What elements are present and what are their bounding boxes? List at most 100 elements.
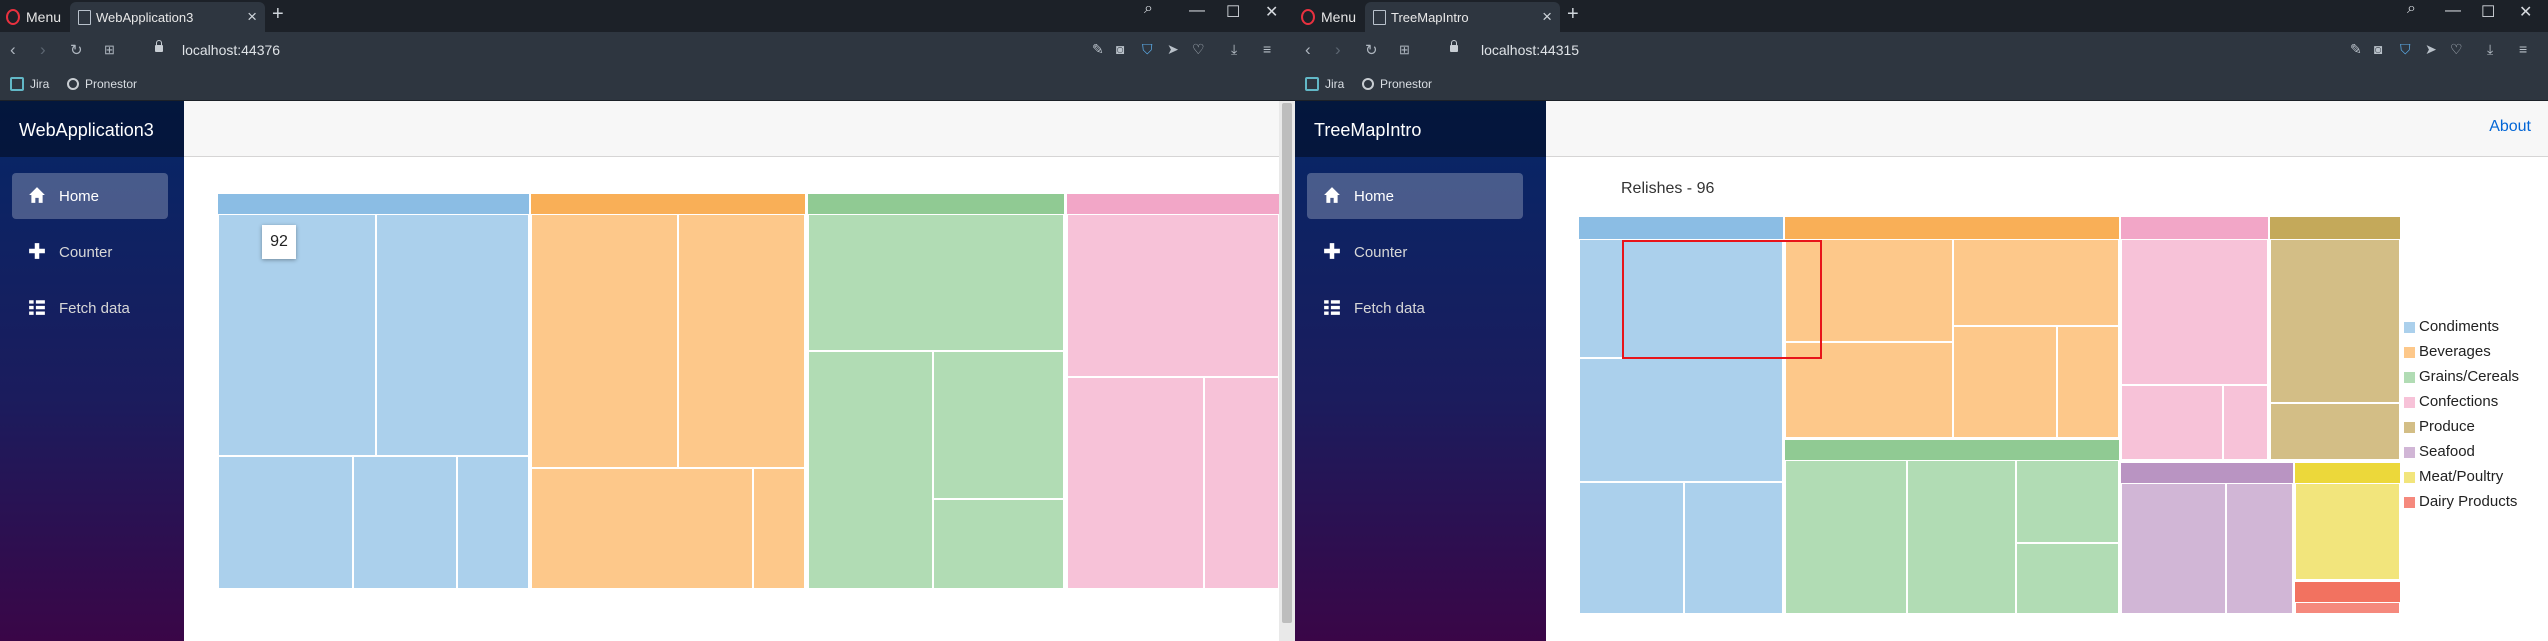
treemap-cell[interactable] [2016,460,2119,543]
reload-icon[interactable]: ↻ [1365,41,1378,59]
bookmark-pronestor[interactable]: Pronestor [67,77,137,91]
treemap-cell[interactable] [808,351,933,589]
reload-icon[interactable]: ↻ [70,41,83,59]
treemap-cell[interactable] [2121,385,2223,460]
treemap-cell[interactable] [1067,214,1279,377]
opera-menu-button[interactable]: Menu [1295,0,1363,32]
treemap-cell[interactable] [678,214,805,468]
close-window-icon[interactable]: ✕ [1265,2,1278,22]
minimize-icon[interactable]: — [1189,2,1205,20]
treemap-cell[interactable] [808,214,1064,351]
treemap-group-header[interactable] [1579,217,1783,239]
treemap-group-header[interactable] [2295,582,2400,602]
speed-dial-icon[interactable]: ⊞ [104,42,115,58]
scrollbar-thumb[interactable] [1282,103,1292,623]
treemap-group-header[interactable] [2295,463,2400,483]
new-tab-icon[interactable]: + [1567,3,1579,26]
close-window-icon[interactable]: ✕ [2519,2,2532,22]
treemap-cell[interactable] [531,468,753,589]
treemap-group-header[interactable] [531,194,805,214]
about-link[interactable]: About [2489,118,2531,136]
treemap-cell[interactable] [2270,239,2400,403]
forward-icon[interactable]: › [40,40,46,60]
search-icon[interactable]: ⌕ [1144,0,1153,18]
bookmark-jira[interactable]: Jira [1305,77,1344,91]
send-icon[interactable]: ➤ [2425,41,2437,58]
treemap-group-header[interactable] [2270,217,2400,239]
treemap-cell[interactable] [1785,460,1907,614]
browser-tab[interactable]: TreeMapIntro × [1365,2,1560,32]
treemap-group-header[interactable] [218,194,529,214]
treemap-cell[interactable] [2057,326,2119,438]
url-field[interactable]: localhost:44376 [182,42,280,58]
treemap-cell[interactable] [1684,482,1783,614]
back-icon[interactable]: ‹ [10,40,16,60]
heart-icon[interactable]: ♡ [2450,41,2463,58]
treemap-cell[interactable] [457,456,529,589]
treemap-cell[interactable] [1579,358,1783,482]
forward-icon[interactable]: › [1335,40,1341,60]
treemap-cell[interactable] [376,214,529,456]
treemap-cell[interactable] [2226,483,2293,614]
nav-counter[interactable]: Counter [12,229,168,275]
nav-fetch-data[interactable]: Fetch data [1307,285,1523,331]
nav-home[interactable]: Home [1307,173,1523,219]
url-field[interactable]: localhost:44315 [1481,42,1579,58]
treemap-cell[interactable] [1953,326,2057,438]
brand-name[interactable]: WebApplication3 [19,120,154,141]
camera-icon[interactable]: ◙ [2374,41,2382,57]
treemap-cell[interactable] [218,456,353,589]
minimize-icon[interactable]: — [2445,2,2461,20]
new-tab-icon[interactable]: + [272,3,284,26]
treemap-cell[interactable] [2121,483,2226,614]
back-icon[interactable]: ‹ [1305,40,1311,60]
nav-counter[interactable]: Counter [1307,229,1523,275]
download-icon[interactable]: ⤓ [2487,41,2493,58]
treemap-cell[interactable] [1907,460,2016,614]
treemap-cell[interactable] [1953,239,2119,326]
bookmark-jira[interactable]: Jira [10,77,49,91]
treemap-group-header[interactable] [808,194,1064,214]
treemap-group-header[interactable] [1067,194,1279,214]
treemap-cell[interactable] [1204,377,1279,589]
treemap-cell[interactable] [933,499,1064,589]
search-icon[interactable]: ⌕ [2407,0,2416,18]
treemap-cell[interactable] [2016,543,2119,614]
speed-dial-icon[interactable]: ⊞ [1399,42,1410,58]
treemap-cell[interactable] [2270,403,2400,460]
download-icon[interactable]: ⤓ [1231,41,1237,58]
camera-icon[interactable]: ◙ [1116,41,1124,57]
opera-menu-button[interactable]: Menu [0,0,68,32]
close-tab-icon[interactable]: × [247,7,257,27]
send-icon[interactable]: ➤ [1167,41,1179,58]
treemap-cell[interactable] [2295,602,2400,614]
treemap-cell[interactable] [353,456,457,589]
hamburger-menu-icon[interactable]: ≡ [2519,41,2527,57]
maximize-icon[interactable]: ☐ [1226,2,1240,22]
nav-home[interactable]: Home [12,173,168,219]
edit-icon[interactable]: ✎ [1092,41,1104,58]
treemap-group-header[interactable] [1785,440,2119,460]
maximize-icon[interactable]: ☐ [2481,2,2495,22]
vertical-scrollbar[interactable] [1279,101,1295,641]
close-tab-icon[interactable]: × [1542,7,1552,27]
edit-icon[interactable]: ✎ [2350,41,2362,58]
treemap-group-header[interactable] [1785,217,2119,239]
treemap-cell[interactable] [218,214,376,456]
hamburger-menu-icon[interactable]: ≡ [1263,41,1271,57]
treemap-group-header[interactable] [2121,463,2293,483]
treemap-cell[interactable] [933,351,1064,499]
heart-icon[interactable]: ♡ [1192,41,1205,58]
shield-icon[interactable]: ⛉ [1142,41,1153,58]
treemap-cell[interactable] [2223,385,2268,460]
brand-name[interactable]: TreeMapIntro [1314,120,1421,141]
treemap-cell[interactable] [2121,239,2268,385]
shield-icon[interactable]: ⛉ [2400,41,2411,58]
treemap-cell[interactable] [1579,482,1684,614]
browser-tab[interactable]: WebApplication3 × [70,2,265,32]
treemap-cell[interactable] [1067,377,1204,589]
nav-fetch-data[interactable]: Fetch data [12,285,168,331]
treemap-cell[interactable] [753,468,805,589]
treemap-group-header[interactable] [2121,217,2268,239]
treemap-cell[interactable] [531,214,678,468]
